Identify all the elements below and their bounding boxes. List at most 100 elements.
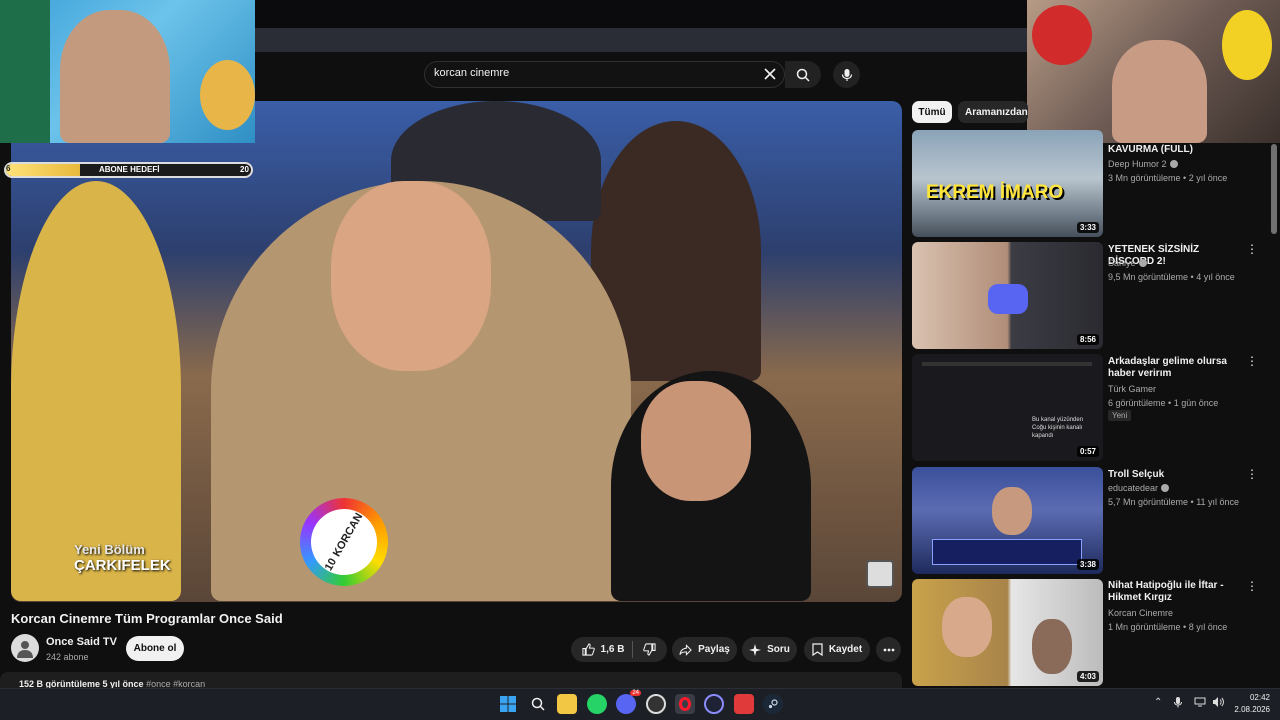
video-thumbnail[interactable]: 8:56 xyxy=(912,242,1103,349)
streamer-webcam-left xyxy=(0,0,255,143)
video-duration: 4:03 xyxy=(1076,671,1099,682)
video-title: Korcan Cinemre Tüm Programlar Once Said xyxy=(11,611,283,626)
verified-icon xyxy=(1161,484,1170,492)
like-dislike-group: 1,6 B xyxy=(571,637,667,662)
quiz-panel xyxy=(932,539,1082,565)
audience-face xyxy=(641,381,751,501)
goal-progress-fill xyxy=(6,164,80,176)
ask-button[interactable]: Soru xyxy=(742,637,797,662)
contestant-face xyxy=(331,181,491,371)
network-icon[interactable] xyxy=(1194,697,1206,710)
chevron-up-icon[interactable]: ⌃ xyxy=(1154,697,1162,708)
steam-icon[interactable] xyxy=(763,694,783,714)
share-label: Paylaş xyxy=(698,644,730,655)
chip-from-search[interactable]: Aramanızdan xyxy=(958,101,1028,123)
search-query[interactable]: korcan cinemre xyxy=(434,67,509,79)
clear-search-button[interactable] xyxy=(760,64,780,84)
taskbar-search-button[interactable] xyxy=(528,694,548,714)
recommendation-menu-button[interactable]: ⋮ xyxy=(1246,467,1258,481)
contestant-nametag: 10 KORCAN xyxy=(298,496,390,588)
recommendation-title[interactable]: KAVURMA (FULL) xyxy=(1108,144,1246,156)
new-badge: Yeni xyxy=(1108,410,1132,421)
app-icon[interactable] xyxy=(704,694,724,714)
share-button[interactable]: Paylaş xyxy=(672,637,737,662)
search-icon xyxy=(796,68,810,82)
opera-gx-icon[interactable] xyxy=(675,694,695,714)
recommendation-channel[interactable]: Deep Humor 2 xyxy=(1108,159,1178,169)
recommendation-meta: 3 Mn görüntüleme • 2 yıl önce xyxy=(1108,173,1228,183)
obs-icon[interactable] xyxy=(646,694,666,714)
plush-toy xyxy=(1032,5,1092,65)
like-count: 1,6 B xyxy=(600,644,625,655)
like-button[interactable]: 1,6 B xyxy=(581,641,634,658)
channel-name[interactable]: Once Said TV xyxy=(46,636,117,648)
recommendation-title[interactable]: Nihat Hatipoğlu ile İftar - Hikmet Kırgı… xyxy=(1108,580,1246,604)
plush-toy xyxy=(1222,10,1272,80)
search-icon xyxy=(531,697,545,711)
bookmark-icon xyxy=(812,643,823,656)
thumbnail-ui-bar xyxy=(922,362,1092,366)
channel-avatar[interactable] xyxy=(11,634,39,662)
audience-person xyxy=(11,181,181,601)
recommendation-menu-button[interactable]: ⋮ xyxy=(1246,242,1258,256)
recommendation-menu-button[interactable]: ⋮ xyxy=(1246,579,1258,593)
video-duration: 0:57 xyxy=(1076,446,1099,457)
video-thumbnail[interactable]: 4:03 xyxy=(912,579,1103,686)
recommendation-meta: 9,5 Mn görüntüleme • 4 yıl önce xyxy=(1108,272,1235,282)
recommendation-channel[interactable]: Korcan Cinemre xyxy=(1108,608,1173,618)
whatsapp-icon[interactable] xyxy=(587,694,607,714)
recommendation-title[interactable]: Troll Selçuk xyxy=(1108,469,1246,481)
windows-start-button[interactable] xyxy=(498,694,518,714)
video-thumbnail[interactable]: EKREM İMARO 3:33 xyxy=(912,130,1103,237)
voice-search-button[interactable] xyxy=(833,61,860,88)
thumbs-up-icon xyxy=(581,643,595,656)
recommendation-channel[interactable]: Saniye xyxy=(1108,258,1147,268)
subscribe-button[interactable]: Abone ol xyxy=(126,636,184,661)
thumbnail-face xyxy=(992,487,1032,535)
more-horizontal-icon xyxy=(883,648,894,651)
thumbnail-face xyxy=(942,597,992,657)
verified-icon xyxy=(1169,160,1178,168)
streamer-face xyxy=(60,10,170,143)
search-button[interactable] xyxy=(785,61,821,88)
recommendation-channel[interactable]: Türk Gamer xyxy=(1108,384,1156,394)
christmas-tree xyxy=(0,0,50,143)
app-icon-red[interactable] xyxy=(734,694,754,714)
verified-icon xyxy=(1138,259,1147,267)
thumbnail-text: EKREM İMARO xyxy=(926,182,1064,203)
goal-target: 20 xyxy=(240,165,249,174)
streamer-face xyxy=(1112,40,1207,143)
sidebar-scrollbar[interactable] xyxy=(1271,144,1277,234)
recommendation-menu-button[interactable]: ⋮ xyxy=(1246,354,1258,368)
show-overlay-line2: ÇARKIFELEK xyxy=(74,557,171,574)
share-icon xyxy=(679,643,692,656)
nametag-number: 10 xyxy=(322,556,340,573)
notification-badge: 24 xyxy=(630,690,641,696)
microphone-tray-icon[interactable] xyxy=(1174,697,1182,711)
discord-icon[interactable]: 24 xyxy=(616,690,641,714)
recommendation-title[interactable]: Arkadaşlar gelime olursa haber verirım xyxy=(1108,356,1246,380)
file-explorer-icon[interactable] xyxy=(557,694,577,714)
recommendation-channel[interactable]: educatedear xyxy=(1108,483,1170,493)
sparkle-icon xyxy=(749,643,762,656)
save-label: Kaydet xyxy=(828,644,863,655)
volume-icon[interactable] xyxy=(1212,697,1224,710)
recommendation-meta: 6 görüntüleme • 1 gün önce xyxy=(1108,398,1219,408)
video-thumbnail[interactable]: 3:38 xyxy=(912,467,1103,574)
video-duration: 3:38 xyxy=(1076,559,1099,570)
streamer-webcam-right xyxy=(1027,0,1280,143)
dislike-button[interactable] xyxy=(639,643,657,656)
discord-logo-icon xyxy=(988,284,1028,314)
clock-time[interactable]: 02:42 xyxy=(1240,693,1270,702)
clock-date[interactable]: 2.08.2026 xyxy=(1228,705,1270,714)
video-thumbnail[interactable]: Bu kanal yüzünden Coğu kişinin kanalı ka… xyxy=(912,354,1103,461)
recommendation-meta: 1 Mn görüntüleme • 8 yıl önce xyxy=(1108,622,1228,632)
video-duration: 3:33 xyxy=(1076,222,1099,233)
more-actions-button[interactable] xyxy=(876,637,901,662)
channel-subscriber-count: 242 abone xyxy=(46,652,89,662)
chip-all[interactable]: Tümü xyxy=(912,101,952,123)
thumbnail-text: Bu kanal yüzünden Coğu kişinin kanalı ka… xyxy=(1032,417,1084,439)
recommendation-meta: 5,7 Mn görüntüleme • 11 yıl önce xyxy=(1108,497,1240,507)
save-button[interactable]: Kaydet xyxy=(804,637,870,662)
thumbnail-face xyxy=(1032,619,1072,674)
